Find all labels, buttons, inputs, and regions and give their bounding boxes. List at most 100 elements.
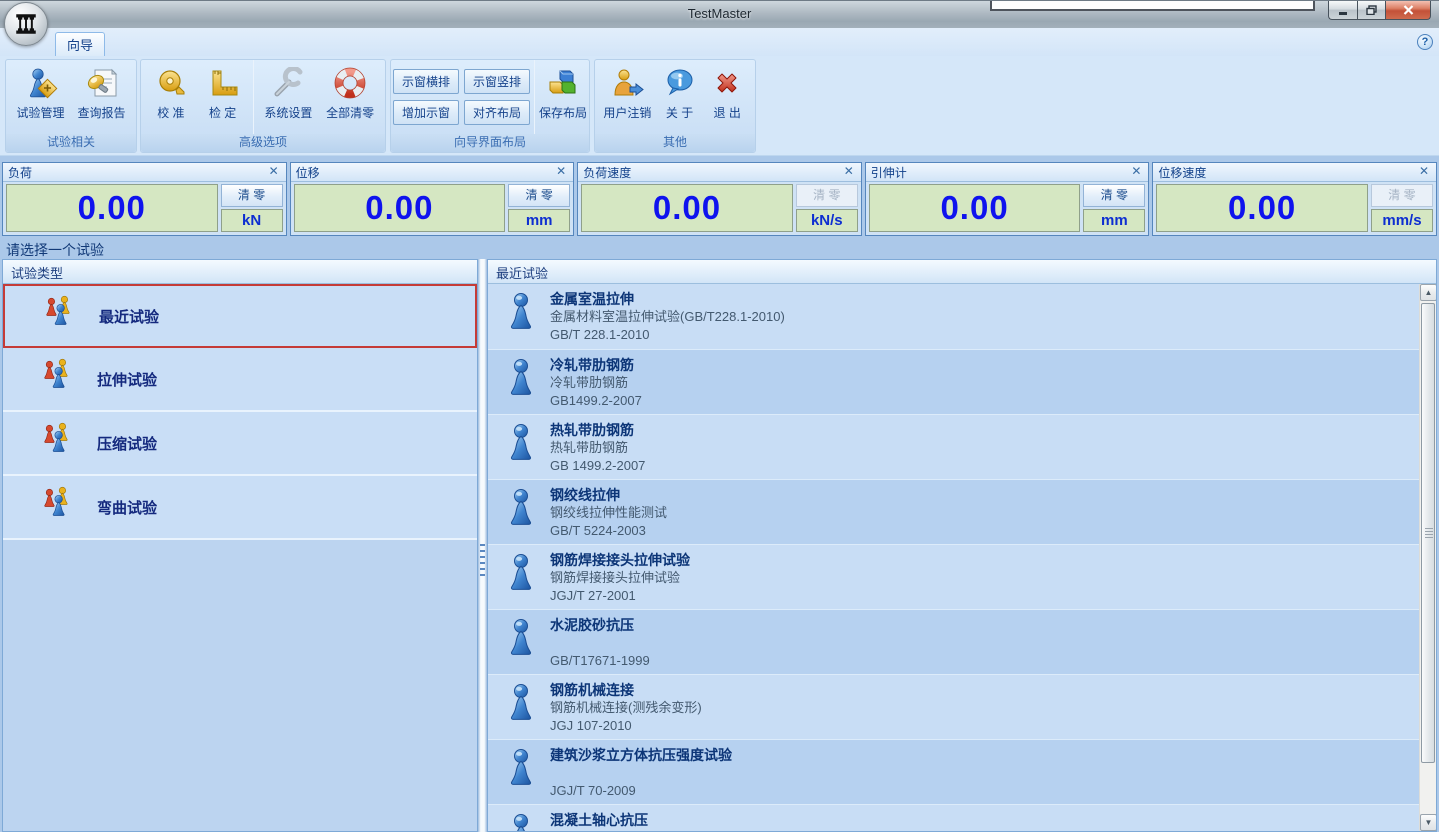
gauge-title: 位移 (296, 164, 555, 181)
button-label: 系统设置 (264, 104, 312, 121)
verify-button[interactable]: 检 定 (197, 61, 249, 133)
gauge-value: 0.00 (78, 189, 146, 227)
recent-test-item[interactable]: 水泥胶砂抗压 GB/T17671-1999 (488, 609, 1419, 674)
recent-test-text: 热轧带肋钢筋 热轧带肋钢筋 GB 1499.2-2007 (550, 421, 645, 479)
gauge-unit: kN (221, 209, 283, 232)
gauge-close-icon[interactable]: ✕ (1129, 165, 1143, 179)
pane-splitter[interactable] (478, 259, 487, 832)
recent-test-item[interactable]: 钢筋焊接接头拉伸试验 钢筋焊接接头拉伸试验 JGJ/T 27-2001 (488, 544, 1419, 609)
group-caption: 高级选项 (141, 134, 385, 152)
test-management-icon (24, 65, 58, 101)
select-test-prompt: 请选择一个试验 (6, 240, 104, 260)
gauge-close-icon[interactable]: ✕ (554, 165, 568, 179)
gauge-side: 清 零 kN/s (796, 184, 858, 232)
recent-test-title: 冷轧带肋钢筋 (550, 356, 642, 374)
test-type-label: 压缩试验 (97, 433, 157, 454)
recent-test-item[interactable]: 混凝土轴心抗压 (488, 804, 1419, 831)
gauge-value: 0.00 (1228, 189, 1296, 227)
calibrate-button[interactable]: 校 准 (145, 61, 197, 133)
recent-test-standard: GB/T 228.1-2010 (550, 326, 785, 344)
gauge-clear-button[interactable]: 清 零 (508, 184, 570, 207)
recent-test-title: 混凝土轴心抗压 (550, 811, 648, 829)
gauge-value: 0.00 (653, 189, 721, 227)
test-type-item[interactable]: 拉伸试验 (3, 348, 477, 412)
test-type-item[interactable]: 压缩试验 (3, 412, 477, 476)
recent-test-item[interactable]: 金属室温拉伸 金属材料室温拉伸试验(GB/T228.1-2010) GB/T 2… (488, 284, 1419, 349)
recent-test-item[interactable]: 建筑沙浆立方体抗压强度试验 JGJ/T 70-2009 (488, 739, 1419, 804)
gauge-close-icon[interactable]: ✕ (842, 165, 856, 179)
clear-all-button[interactable]: 全部清零 (319, 61, 381, 133)
recent-test-title: 水泥胶砂抗压 (550, 616, 650, 634)
pawn-icon (506, 290, 536, 349)
overlapping-window-edge (990, 1, 1315, 11)
query-report-button[interactable]: 查询报告 (71, 61, 132, 133)
exit-button[interactable]: 退 出 (703, 61, 751, 133)
test-type-label: 弯曲试验 (97, 497, 157, 518)
recent-test-subtitle: 金属材料室温拉伸试验(GB/T228.1-2010) (550, 308, 785, 326)
application-menu-button[interactable] (4, 2, 48, 46)
title-bar: TestMaster (0, 0, 1439, 28)
scroll-down-button[interactable]: ▼ (1420, 814, 1437, 831)
gauge-body: 0.00 清 零 mm (866, 182, 1149, 235)
close-button[interactable] (1385, 1, 1431, 20)
gauge-title: 位移速度 (1158, 164, 1417, 181)
ruler-icon (207, 65, 239, 101)
tab-wizard[interactable]: 向导 (55, 32, 105, 56)
windows-horizontal-button[interactable]: 示窗横排 (393, 69, 459, 94)
scroll-up-button[interactable]: ▲ (1420, 284, 1437, 301)
group-wizard-layout: 示窗横排 示窗竖排 增加示窗 对齐布局 保存布局 (390, 59, 590, 153)
about-button[interactable]: 关 于 (656, 61, 704, 133)
tape-measure-icon (155, 65, 187, 101)
align-layout-button[interactable]: 对齐布局 (464, 100, 530, 125)
exit-x-icon (711, 65, 743, 101)
pawn-group-icon (39, 357, 85, 402)
pawn-icon (506, 356, 536, 414)
gauge-close-icon[interactable]: ✕ (1417, 165, 1431, 179)
pawn-icon (506, 421, 536, 479)
recent-test-item[interactable]: 钢绞线拉伸 钢绞线拉伸性能测试 GB/T 5224-2003 (488, 479, 1419, 544)
splitter-grip-icon (480, 544, 485, 578)
gauge-body: 0.00 清 零 kN (3, 182, 286, 235)
scrollbar-thumb[interactable] (1421, 303, 1435, 763)
restore-icon (1366, 5, 1377, 15)
help-button[interactable]: ? (1417, 34, 1433, 50)
group-caption: 试验相关 (6, 134, 136, 152)
user-logout-button[interactable]: 用户注销 (599, 61, 656, 133)
gauge-unit: kN/s (796, 209, 858, 232)
gauge-clear-button[interactable]: 清 零 (1371, 184, 1433, 207)
pawn-group-icon (39, 485, 85, 530)
minimize-button[interactable] (1328, 1, 1357, 20)
test-type-list: 最近试验 拉伸试验 压缩试验 (3, 284, 477, 831)
gauge-clear-button[interactable]: 清 零 (796, 184, 858, 207)
recent-test-item[interactable]: 热轧带肋钢筋 热轧带肋钢筋 GB 1499.2-2007 (488, 414, 1419, 479)
layout-small-buttons: 示窗横排 示窗竖排 增加示窗 对齐布局 (393, 69, 530, 125)
pawn-icon (506, 486, 536, 544)
gauge-side: 清 零 mm (508, 184, 570, 232)
gauge-close-icon[interactable]: ✕ (267, 165, 281, 179)
gauge-clear-button[interactable]: 清 零 (221, 184, 283, 207)
wrench-icon (271, 65, 305, 101)
recent-test-subtitle: 冷轧带肋钢筋 (550, 374, 642, 392)
system-settings-button[interactable]: 系统设置 (258, 61, 320, 133)
save-layout-button[interactable]: 保存布局 (539, 61, 587, 133)
lifebuoy-icon (334, 65, 366, 101)
group-other: 用户注销 关 于 (594, 59, 756, 153)
windows-vertical-button[interactable]: 示窗竖排 (464, 69, 530, 94)
test-management-button[interactable]: 试验管理 (10, 61, 71, 133)
recent-test-item[interactable]: 钢筋机械连接 钢筋机械连接(测残余变形) JGJ 107-2010 (488, 674, 1419, 739)
gauge-clear-button[interactable]: 清 零 (1083, 184, 1145, 207)
test-type-item[interactable]: 弯曲试验 (3, 476, 477, 540)
recent-test-standard: JGJ/T 70-2009 (550, 782, 732, 800)
group-caption: 向导界面布局 (391, 134, 589, 152)
pawn-icon (506, 811, 536, 831)
gauge-body: 0.00 清 零 kN/s (578, 182, 861, 235)
recent-test-subtitle: 钢筋焊接接头拉伸试验 (550, 569, 690, 587)
vertical-scrollbar[interactable]: ▲ ▼ (1419, 284, 1436, 831)
test-type-item[interactable]: 最近试验 (3, 284, 477, 348)
button-label: 全部清零 (326, 104, 374, 121)
recent-test-subtitle: 钢绞线拉伸性能测试 (550, 504, 667, 522)
restore-button[interactable] (1357, 1, 1385, 20)
add-window-button[interactable]: 增加示窗 (393, 100, 459, 125)
gauge-panels: 负荷 ✕ 0.00 清 零 kN 位移 ✕ 0.00 清 零 mm (2, 162, 1437, 236)
recent-test-item[interactable]: 冷轧带肋钢筋 冷轧带肋钢筋 GB1499.2-2007 (488, 349, 1419, 414)
